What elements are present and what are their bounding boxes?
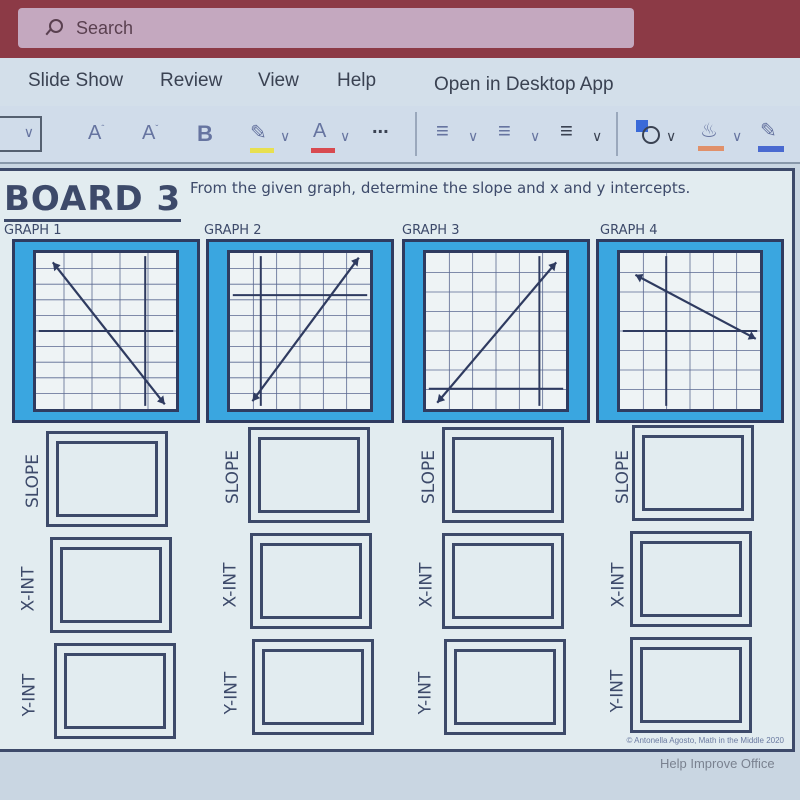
align-button[interactable]: ≡ [560, 118, 573, 144]
y-int-label: Y-INT [607, 669, 628, 713]
toolbar-divider [616, 112, 618, 156]
graph-1-slope-answer[interactable] [46, 431, 168, 527]
chevron-down-icon[interactable]: ∨ [340, 128, 350, 145]
slope-label: SLOPE [23, 453, 44, 509]
chevron-down-icon[interactable]: ∨ [666, 128, 676, 145]
search-icon [44, 19, 63, 37]
graph-2-y-int-answer[interactable] [252, 639, 374, 735]
graph-4-slope-answer[interactable] [632, 425, 754, 521]
numbered-list-icon: ≡ [498, 118, 511, 143]
fill-color-swatch [698, 146, 724, 151]
numbering-button[interactable]: ≡ [498, 118, 511, 144]
outline-color-swatch [758, 146, 784, 152]
shape-outline-button[interactable]: ✎ [758, 118, 784, 152]
chevron-down-icon[interactable]: ∨ [468, 128, 478, 145]
bullet-list-icon: ≡ [436, 118, 449, 143]
decrease-font-size-button[interactable]: Aˇ [142, 122, 158, 145]
more-options-button[interactable]: ... [372, 116, 389, 139]
graph-4-plot [620, 253, 760, 409]
y-int-label: Y-INT [221, 671, 242, 715]
chevron-down-icon[interactable]: ∨ [592, 128, 602, 145]
graph-3 [402, 239, 590, 423]
graph-3-label: GRAPH 3 [402, 223, 460, 238]
chevron-down-icon[interactable]: ∨ [530, 128, 540, 145]
shapes-button[interactable] [636, 120, 662, 146]
board-title: BOARD 3 [4, 179, 182, 222]
highlight-button[interactable]: ✎ [250, 120, 274, 153]
chevron-down-icon[interactable]: ∨ [732, 128, 742, 145]
tab-slide-show[interactable]: Slide Show [28, 70, 123, 92]
align-icon: ≡ [560, 118, 573, 143]
graph-3-x-int-answer[interactable] [442, 533, 564, 629]
graph-4-y-int-answer[interactable] [630, 637, 752, 733]
graph-2-plot [230, 253, 370, 409]
graph-1-y-int-answer[interactable] [54, 643, 176, 739]
tab-review[interactable]: Review [160, 70, 222, 92]
x-int-label: X-INT [220, 562, 241, 608]
shape-fill-button[interactable]: ♨ [698, 118, 724, 151]
search-input[interactable] [74, 16, 578, 40]
tab-view[interactable]: View [258, 70, 299, 92]
open-desktop-app-button[interactable]: Open in Desktop App [434, 74, 614, 96]
y-int-label: Y-INT [415, 671, 436, 715]
x-int-label: X-INT [416, 562, 437, 608]
slope-label: SLOPE [223, 449, 244, 505]
help-improve-office-link[interactable]: Help Improve Office [660, 756, 775, 771]
font-color-button[interactable]: A [311, 120, 335, 153]
graph-2-slope-answer[interactable] [248, 427, 370, 523]
tab-help[interactable]: Help [337, 70, 376, 92]
bold-button[interactable]: B [197, 121, 213, 147]
graph-2-label: GRAPH 2 [204, 223, 262, 238]
chevron-down-icon: ∨ [23, 124, 34, 140]
graph-2-x-int-answer[interactable] [250, 533, 372, 629]
title-bar [0, 0, 800, 58]
font-size-dropdown[interactable]: ∨ [0, 116, 42, 152]
font-color-swatch [311, 148, 335, 153]
font-color-icon: A [313, 120, 327, 142]
graph-4-label: GRAPH 4 [600, 223, 658, 238]
slope-label: SLOPE [613, 449, 634, 505]
graph-1-x-int-answer[interactable] [50, 537, 172, 633]
graph-3-y-int-answer[interactable] [444, 639, 566, 735]
worksheet-slide[interactable]: BOARD 3 From the given graph, determine … [0, 168, 795, 752]
graph-4-x-int-answer[interactable] [630, 531, 752, 627]
ribbon-tabs: Slide Show Review View Help Open in Desk… [0, 58, 800, 106]
search-box[interactable] [18, 8, 634, 48]
increase-font-size-button[interactable]: Aˆ [88, 122, 104, 145]
instructions: From the given graph, determine the slop… [190, 179, 691, 197]
graph-3-plot [426, 253, 566, 409]
chevron-down-icon[interactable]: ∨ [280, 128, 290, 145]
graph-4 [596, 239, 784, 423]
graph-1-label: GRAPH 1 [4, 223, 62, 238]
toolbar-divider [415, 112, 417, 156]
graph-2 [206, 239, 394, 423]
graphed-line [252, 258, 358, 402]
graphed-line [635, 275, 755, 339]
pen-icon: ✎ [760, 120, 777, 142]
copyright-text: © Antonella Agosto, Math in the Middle 2… [626, 736, 784, 745]
highlighter-icon: ✎ [250, 122, 267, 144]
y-int-label: Y-INT [19, 673, 40, 717]
graph-3-slope-answer[interactable] [442, 427, 564, 523]
slope-label: SLOPE [419, 449, 440, 505]
x-int-label: X-INT [608, 562, 629, 608]
x-int-label: X-INT [18, 566, 39, 612]
highlight-color-swatch [250, 148, 274, 153]
paint-bucket-icon: ♨ [700, 120, 718, 142]
graphed-line [437, 262, 556, 402]
graph-1 [12, 239, 200, 423]
ribbon-toolbar: ∨ Aˆ Aˇ B ✎ ∨ A ∨ ... ≡ ∨ ≡ ∨ ≡ ∨ ∨ ♨ ∨ … [0, 106, 800, 164]
bullets-button[interactable]: ≡ [436, 118, 449, 144]
graph-1-plot [36, 253, 176, 409]
